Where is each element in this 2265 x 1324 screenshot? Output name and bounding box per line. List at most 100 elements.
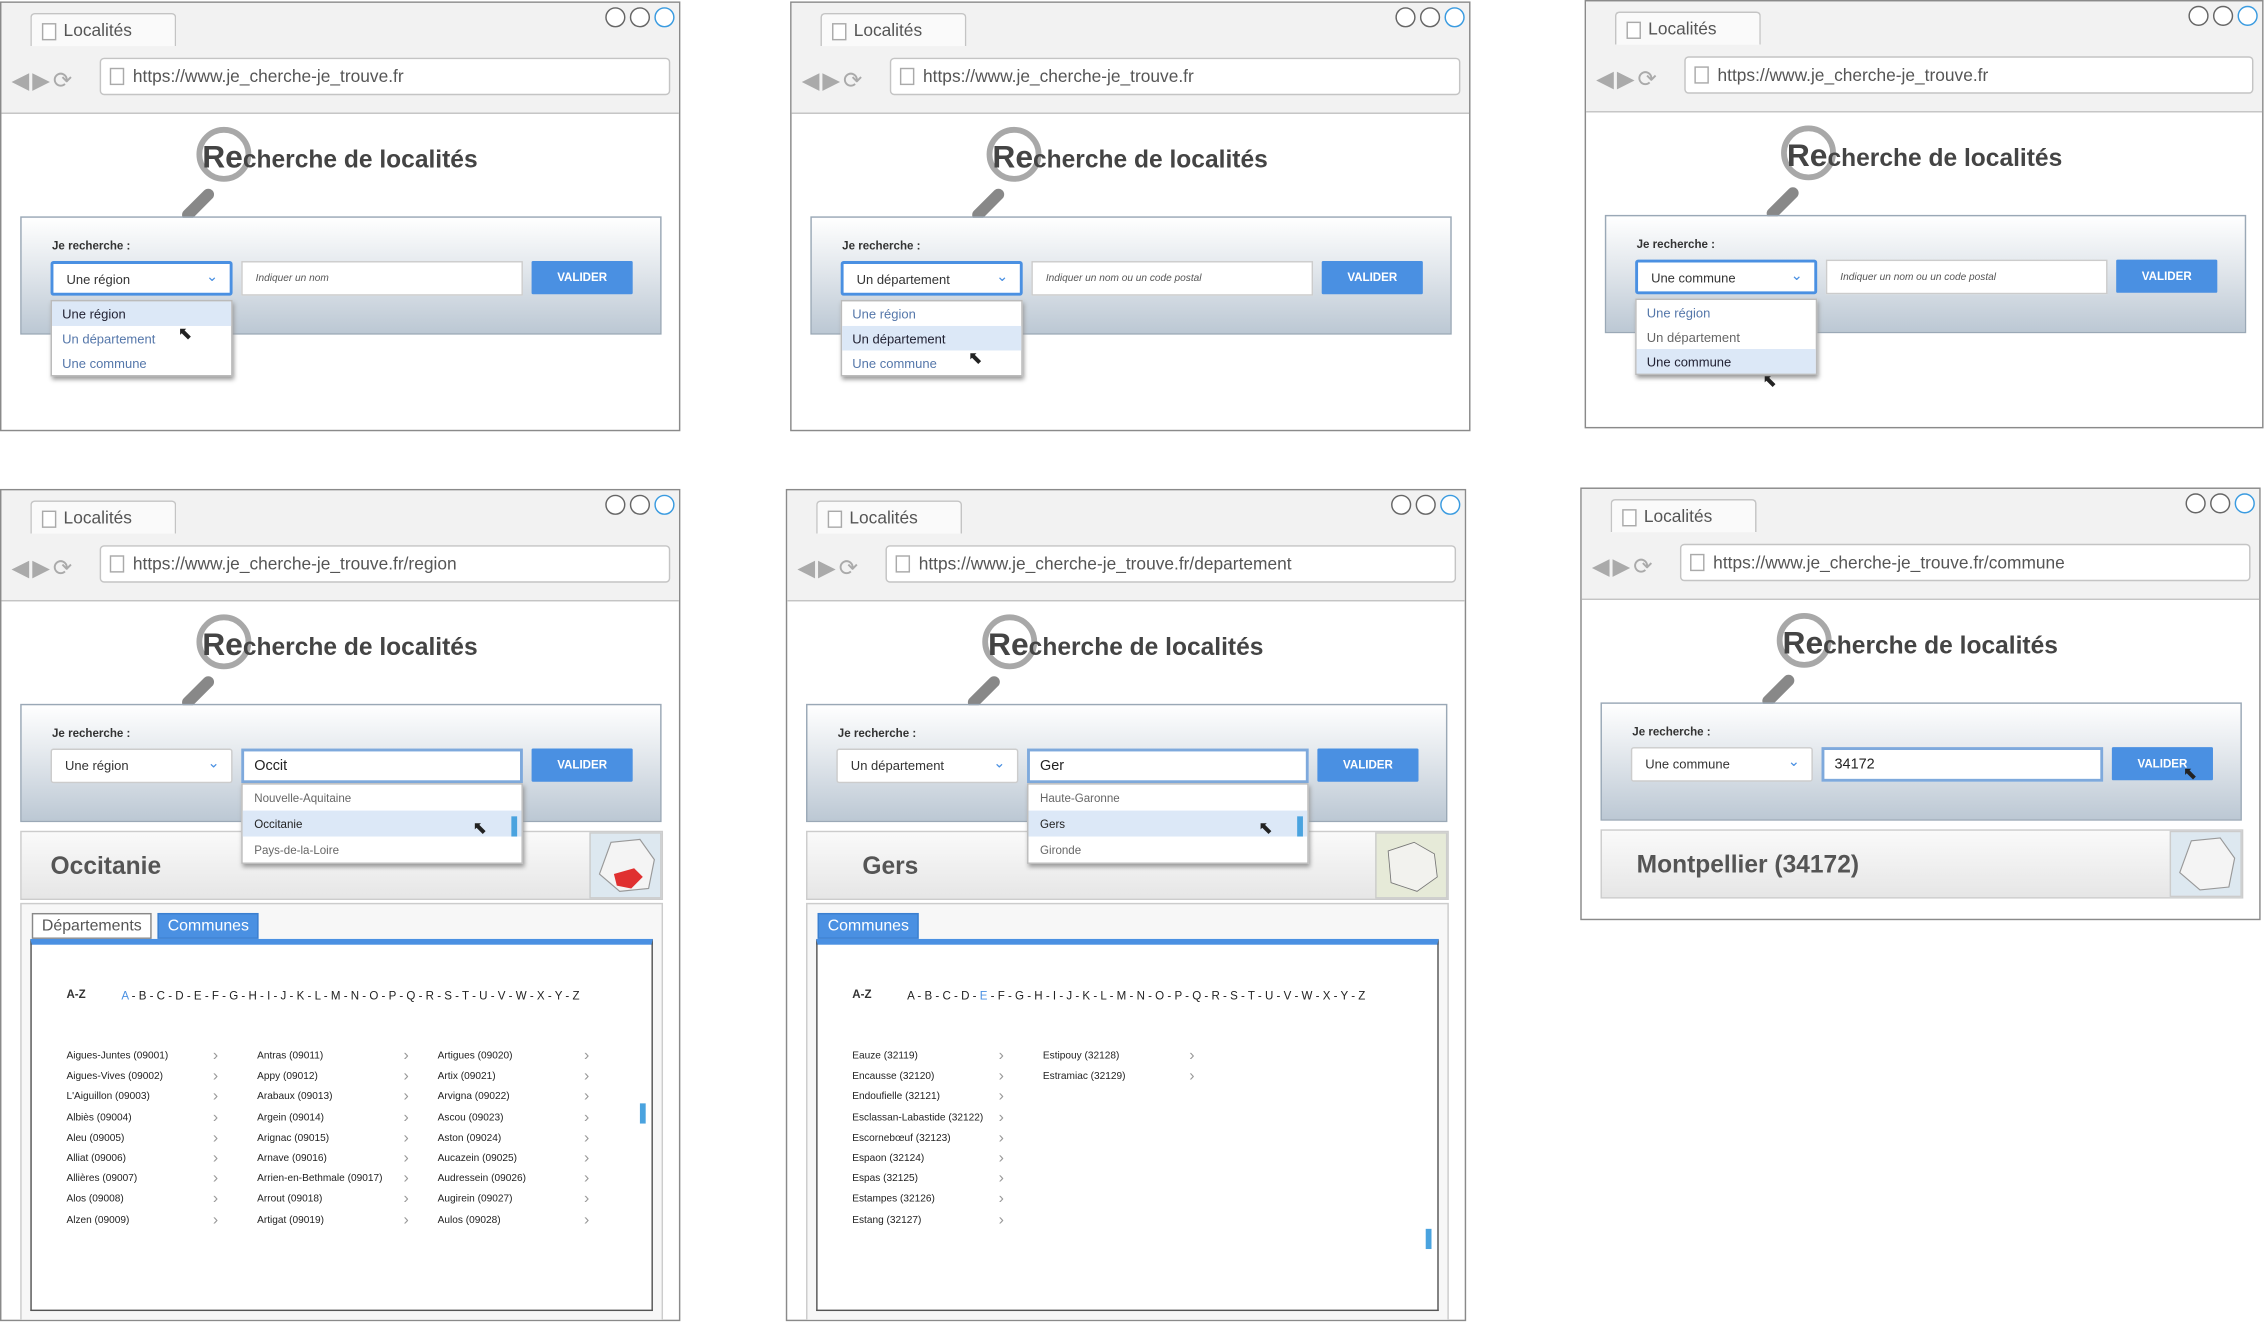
forward-arrow-icon[interactable]: ▶ <box>32 557 53 582</box>
browser-tab[interactable]: Localités <box>30 500 177 534</box>
dropdown-option[interactable]: Une région <box>52 301 232 326</box>
back-arrow-icon[interactable]: ◀ <box>12 69 33 94</box>
commune-item[interactable]: Aigues-Juntes (09001) <box>66 1047 218 1071</box>
close-button[interactable] <box>654 494 675 515</box>
close-button[interactable] <box>2234 493 2255 514</box>
reload-icon[interactable]: ⟳ <box>53 557 75 582</box>
minimize-button[interactable] <box>605 7 626 28</box>
reload-icon[interactable]: ⟳ <box>1633 555 1655 580</box>
minimize-button[interactable] <box>1391 494 1412 515</box>
name-input[interactable]: Indiquer un nom ou un code postal <box>1825 259 2108 295</box>
forward-arrow-icon[interactable]: ▶ <box>1613 555 1634 580</box>
commune-item[interactable]: Arignac (09015) <box>257 1129 409 1153</box>
dropdown-option[interactable]: Un département <box>1637 325 1816 350</box>
dropdown-option[interactable]: Une commune <box>842 350 1021 375</box>
scrollbar-thumb[interactable] <box>639 1103 646 1124</box>
reload-icon[interactable]: ⟳ <box>1638 68 1660 93</box>
commune-item[interactable]: Ascou (09023) <box>438 1108 590 1133</box>
scrollbar-thumb[interactable] <box>1425 1228 1432 1250</box>
maximize-button[interactable] <box>629 7 651 28</box>
suggestion-item[interactable]: Haute-Garonne <box>1028 785 1307 811</box>
maximize-button[interactable] <box>1419 7 1441 28</box>
commune-item[interactable]: Artix (09021) <box>438 1068 590 1092</box>
type-select[interactable]: Une région ⌄ <box>50 748 233 784</box>
dropdown-option[interactable]: Une commune <box>1636 349 1816 374</box>
commune-item[interactable]: Argein (09014) <box>257 1108 409 1133</box>
commune-item[interactable]: Aston (09024) <box>438 1129 590 1153</box>
back-arrow-icon[interactable]: ◀ <box>797 557 818 582</box>
type-select[interactable]: Une commune ⌄ <box>1630 747 1813 782</box>
minimize-button[interactable] <box>1395 7 1416 28</box>
commune-item[interactable]: Escornebœuf (32123) <box>852 1129 1004 1153</box>
browser-tab[interactable]: Localités <box>820 12 967 47</box>
maximize-button[interactable] <box>2212 5 2234 26</box>
name-input[interactable]: Indiquer un nom <box>241 261 523 296</box>
commune-item[interactable]: Estampes (32126) <box>852 1190 1004 1215</box>
commune-item[interactable]: Espaon (32124) <box>852 1149 1004 1174</box>
name-input[interactable]: Indiquer un nom ou un code postal <box>1031 261 1314 296</box>
commune-item[interactable]: Espas (32125) <box>852 1170 1004 1194</box>
address-bar[interactable]: https://www.je_cherche-je_trouve.fr <box>1684 56 2254 94</box>
back-arrow-icon[interactable]: ◀ <box>1592 555 1613 580</box>
commune-item[interactable]: Arvigna (09022) <box>438 1088 590 1112</box>
address-bar[interactable]: https://www.je_cherche-je_trouve.fr <box>889 57 1461 96</box>
commune-item[interactable]: Aucazein (09025) <box>438 1149 590 1174</box>
reload-icon[interactable]: ⟳ <box>843 69 865 94</box>
alphabet-index[interactable]: A - B - C - D - E - F - G - H - I - J - … <box>121 989 579 1002</box>
active-letter[interactable]: A <box>121 989 128 1002</box>
name-input[interactable]: Ger <box>1027 748 1309 784</box>
maximize-button[interactable] <box>1415 494 1436 515</box>
validate-button[interactable]: VALIDER <box>531 748 633 782</box>
maximize-button[interactable] <box>629 494 651 515</box>
commune-item[interactable]: Albiès (09004) <box>66 1108 218 1133</box>
commune-item[interactable]: Eauze (32119) <box>852 1047 1004 1071</box>
forward-arrow-icon[interactable]: ▶ <box>818 557 839 582</box>
dropdown-option[interactable]: Un département <box>842 325 1022 351</box>
commune-item[interactable]: Estang (32127) <box>852 1211 1004 1235</box>
validate-button[interactable]: VALIDER <box>1317 748 1419 782</box>
commune-item[interactable]: Arrout (09018) <box>257 1190 409 1215</box>
type-select[interactable]: Un département ⌄ <box>840 261 1023 296</box>
name-input[interactable]: Occit <box>241 748 523 784</box>
close-button[interactable] <box>1444 7 1465 28</box>
commune-item[interactable]: Arrien-en-Bethmale (09017) <box>257 1170 409 1194</box>
close-button[interactable] <box>654 7 675 28</box>
back-arrow-icon[interactable]: ◀ <box>802 69 823 94</box>
dropdown-option[interactable]: Une région <box>1637 300 1816 325</box>
tab-0[interactable]: Communes <box>817 912 920 939</box>
address-bar[interactable]: https://www.je_cherche-je_trouve.fr <box>99 57 671 96</box>
alphabet-index[interactable]: A - B - C - D - E - F - G - H - I - J - … <box>907 989 1365 1002</box>
validate-button[interactable]: VALIDER <box>2111 747 2213 781</box>
tab-0[interactable]: Départements <box>31 912 152 939</box>
validate-button[interactable]: VALIDER <box>1321 261 1423 295</box>
dropdown-option[interactable]: Une commune <box>52 350 231 375</box>
address-bar[interactable]: https://www.je_cherche-je_trouve.fr/regi… <box>99 545 671 583</box>
commune-item[interactable]: Arnave (09016) <box>257 1149 409 1174</box>
commune-item[interactable]: Aulos (09028) <box>438 1211 590 1235</box>
scrollbar-thumb[interactable] <box>511 816 518 837</box>
tab-1[interactable]: Communes <box>157 912 260 939</box>
commune-item[interactable]: Alos (09008) <box>66 1190 218 1215</box>
validate-button[interactable]: VALIDER <box>531 261 633 295</box>
commune-item[interactable]: Encausse (32120) <box>852 1068 1004 1092</box>
commune-item[interactable]: Endoufielle (32121) <box>852 1088 1004 1112</box>
name-input[interactable]: 34172 <box>1821 747 2104 782</box>
commune-item[interactable]: Arabaux (09013) <box>257 1088 409 1112</box>
suggestion-item[interactable]: Pays-de-la-Loire <box>243 837 522 863</box>
commune-item[interactable]: Alliat (09006) <box>66 1149 218 1174</box>
commune-item[interactable]: Esclassan-Labastide (32122) <box>852 1108 1004 1133</box>
commune-item[interactable]: Estramiac (32129) <box>1043 1068 1195 1092</box>
back-arrow-icon[interactable]: ◀ <box>12 557 33 582</box>
commune-item[interactable]: Audressein (09026) <box>438 1170 590 1194</box>
browser-tab[interactable]: Localités <box>816 500 963 534</box>
reload-icon[interactable]: ⟳ <box>839 557 861 582</box>
reload-icon[interactable]: ⟳ <box>53 69 75 94</box>
address-bar[interactable]: https://www.je_cherche-je_trouve.fr/comm… <box>1679 543 2251 582</box>
commune-item[interactable]: Alzen (09009) <box>66 1211 218 1235</box>
back-arrow-icon[interactable]: ◀ <box>1596 68 1617 93</box>
browser-tab[interactable]: Localités <box>1610 499 1757 533</box>
commune-item[interactable]: Artigues (09020) <box>438 1047 590 1071</box>
validate-button[interactable]: VALIDER <box>2116 259 2218 293</box>
commune-item[interactable]: Estipouy (32128) <box>1043 1047 1195 1071</box>
type-select[interactable]: Une commune ⌄ <box>1635 259 1818 295</box>
